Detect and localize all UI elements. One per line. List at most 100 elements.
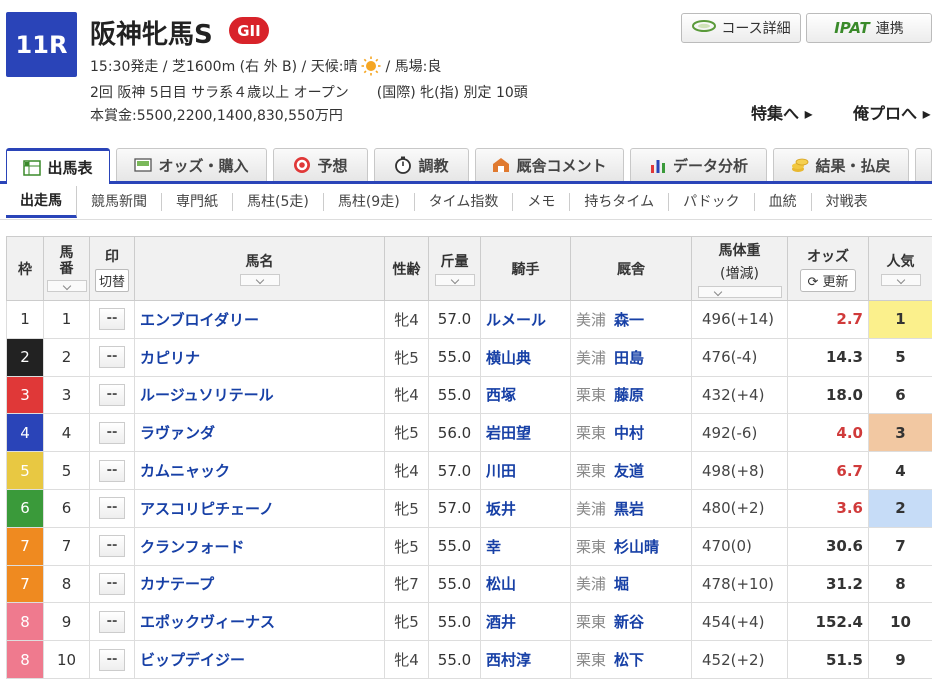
tab-training[interactable]: 調教 xyxy=(374,148,469,181)
sort-bodyweight-button[interactable] xyxy=(697,285,782,298)
tab-entry-table[interactable]: 出馬表 xyxy=(6,148,110,184)
odds-refresh-button[interactable]: ⟳ 更新 xyxy=(800,268,856,292)
header-trainer: 厩舎 xyxy=(570,236,692,301)
trainer-link[interactable]: 黒岩 xyxy=(614,500,644,518)
mark-cell: -- xyxy=(89,488,135,528)
weight-cell: 56.0 xyxy=(428,413,481,453)
mark-select-button[interactable]: -- xyxy=(99,572,125,595)
subtab-paddock[interactable]: パドック xyxy=(669,192,755,211)
tab-stable-comment[interactable]: 厩舎コメント xyxy=(475,148,624,181)
trainer-link[interactable]: 森一 xyxy=(614,311,644,329)
jockey-link[interactable]: 川田 xyxy=(480,451,571,490)
tab-more[interactable] xyxy=(915,148,932,181)
horse-name-link[interactable]: ビップデイジー xyxy=(134,640,385,679)
table-row: 5 5 -- カムニャック 牝4 57.0 川田 栗東 友道 498(+8) 6.7 4 xyxy=(6,451,932,490)
mark-select-button[interactable]: -- xyxy=(99,648,125,671)
jockey-link[interactable]: 坂井 xyxy=(480,488,571,528)
trainer-link[interactable]: 杉山晴 xyxy=(614,538,659,556)
jockey-link[interactable]: ルメール xyxy=(480,300,571,339)
mark-select-button[interactable]: -- xyxy=(99,383,125,406)
subtab-memo[interactable]: メモ xyxy=(513,192,571,211)
tab-prediction[interactable]: 予想 xyxy=(273,148,368,181)
jockey-link[interactable]: 横山典 xyxy=(480,337,571,377)
umaban-cell: 6 xyxy=(43,488,90,528)
horse-name-link[interactable]: カナテープ xyxy=(134,564,385,604)
trainer-link[interactable]: 友道 xyxy=(614,462,644,480)
grade-badge: GII xyxy=(229,17,269,44)
mark-select-button[interactable]: -- xyxy=(99,497,125,520)
ipat-link-button[interactable]: IPAT 連携 xyxy=(806,13,932,43)
subtab-newspaper[interactable]: 競馬新聞 xyxy=(77,192,162,211)
subtab-special-paper[interactable]: 専門紙 xyxy=(162,192,233,211)
weight-cell: 55.0 xyxy=(428,602,481,642)
jockey-link[interactable]: 岩田望 xyxy=(480,413,571,453)
horse-name-link[interactable]: ラヴァンダ xyxy=(134,413,385,453)
popularity-cell: 8 xyxy=(868,564,932,604)
mark-cell: -- xyxy=(89,564,135,604)
mark-select-button[interactable]: -- xyxy=(99,610,125,633)
subtab-pedigree[interactable]: 血統 xyxy=(755,192,812,211)
header-weight[interactable]: 斤量 xyxy=(428,236,481,301)
mark-select-button[interactable]: -- xyxy=(99,535,125,558)
mark-select-button[interactable]: -- xyxy=(99,459,125,482)
horse-name-link[interactable]: ルージュソリテール xyxy=(134,375,385,415)
ipat-link-label: 連携 xyxy=(875,21,904,37)
mark-cell: -- xyxy=(89,526,135,566)
odds-cell: 4.0 xyxy=(787,413,869,453)
sort-umaban-button[interactable] xyxy=(46,280,87,292)
tab-label: オッズ・購入 xyxy=(158,156,249,175)
trainer-link[interactable]: 田島 xyxy=(614,349,644,367)
header-horse[interactable]: 馬名 xyxy=(134,236,385,301)
myprof-link[interactable]: 俺プロへ ▸ xyxy=(853,100,931,124)
mark-select-button[interactable]: -- xyxy=(99,346,125,369)
refresh-icon: ⟳ xyxy=(807,274,819,290)
mark-select-button[interactable]: -- xyxy=(99,308,125,331)
table-row: 8 10 -- ビップデイジー 牝4 55.0 西村淳 栗東 松下 452(+2) 51.5 9 xyxy=(6,640,932,679)
trainer-region: 栗東 xyxy=(576,613,607,632)
mark-switch-button[interactable]: 切替 xyxy=(94,268,129,292)
sort-horse-button[interactable] xyxy=(239,274,280,286)
tab-odds-purchase[interactable]: オッズ・購入 xyxy=(116,148,267,181)
trainer-region: 美浦 xyxy=(576,499,607,518)
subtab-best-time[interactable]: 持ちタイム xyxy=(570,192,670,211)
trainer-link[interactable]: 堀 xyxy=(614,575,629,593)
sort-pop-button[interactable] xyxy=(880,274,921,286)
header-mark: 印切替 xyxy=(89,236,135,301)
feature-link[interactable]: 特集へ ▸ xyxy=(751,100,813,124)
trainer-link[interactable]: 中村 xyxy=(614,424,644,442)
trainer-link[interactable]: 松下 xyxy=(614,651,644,669)
tab-data-analysis[interactable]: データ分析 xyxy=(630,148,767,181)
subtab-matchup[interactable]: 対戦表 xyxy=(812,193,882,211)
course-detail-button[interactable]: コース詳細 xyxy=(681,13,801,43)
horse-name-link[interactable]: クランフォード xyxy=(134,526,385,566)
subtab-past5[interactable]: 馬柱(5走) xyxy=(233,192,324,211)
tab-results-payout[interactable]: 結果・払戻 xyxy=(773,148,909,181)
jockey-link[interactable]: 西村淳 xyxy=(480,640,571,679)
horse-name-link[interactable]: アスコリピチェーノ xyxy=(134,488,385,528)
mark-cell: -- xyxy=(89,337,135,377)
horse-name-link[interactable]: エポックヴィーナス xyxy=(134,602,385,642)
sub-tabs: 出走馬 競馬新聞 専門紙 馬柱(5走) 馬柱(9走) タイム指数 メモ 持ちタイ… xyxy=(0,184,932,220)
header-umaban[interactable]: 馬番 xyxy=(43,236,90,301)
subtab-past9[interactable]: 馬柱(9走) xyxy=(324,192,415,211)
trainer-region: 栗東 xyxy=(576,424,607,443)
sort-weight-button[interactable] xyxy=(434,274,475,286)
horse-name-link[interactable]: カピリナ xyxy=(134,337,385,377)
jockey-link[interactable]: 西塚 xyxy=(480,375,571,415)
tab-label: 調教 xyxy=(418,156,449,175)
odds-cell: 30.6 xyxy=(787,526,869,566)
trainer-link[interactable]: 藤原 xyxy=(614,386,644,404)
horse-name-link[interactable]: カムニャック xyxy=(134,451,385,490)
trainer-link[interactable]: 新谷 xyxy=(614,613,644,631)
jockey-link[interactable]: 酒井 xyxy=(480,602,571,642)
jockey-link[interactable]: 幸 xyxy=(480,526,571,566)
mark-select-button[interactable]: -- xyxy=(99,421,125,444)
header-pop[interactable]: 人気 xyxy=(868,236,932,301)
sexage-cell: 牝4 xyxy=(384,300,429,339)
subtab-entries[interactable]: 出走馬 xyxy=(6,185,77,218)
popularity-cell: 6 xyxy=(868,375,932,415)
subtab-time-index[interactable]: タイム指数 xyxy=(415,192,514,211)
horse-name-link[interactable]: エンブロイダリー xyxy=(134,300,385,339)
jockey-link[interactable]: 松山 xyxy=(480,564,571,604)
header-bodyweight[interactable]: 馬体重 (増減) xyxy=(691,236,788,301)
